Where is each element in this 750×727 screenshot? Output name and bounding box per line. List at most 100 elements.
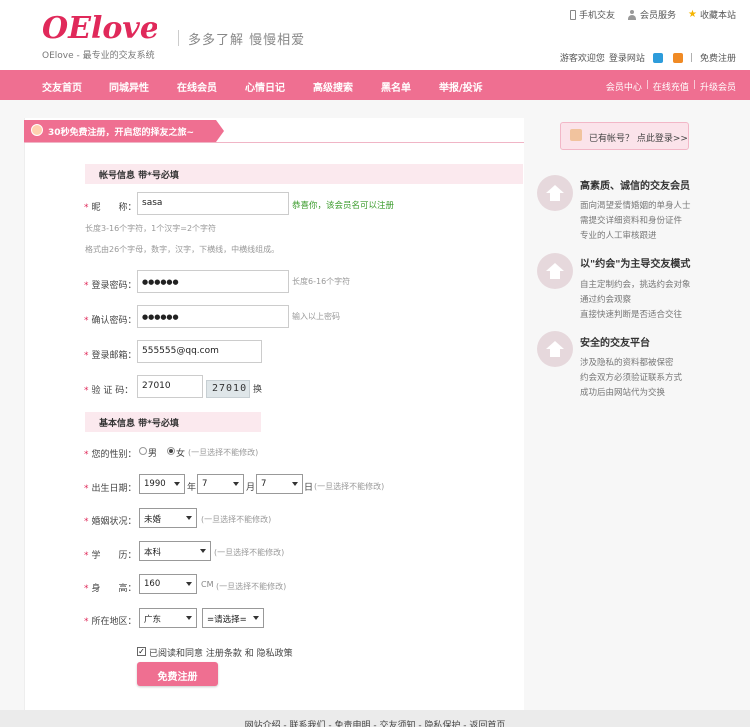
nav-upgrade[interactable]: 升级会员 [700, 80, 736, 93]
footer-links[interactable]: 网站介绍 - 联系我们 - 免责申明 - 交友须知 - 隐私保护 - 返回首页 [0, 718, 750, 727]
education-select[interactable]: 本科 [139, 541, 211, 561]
nav-report[interactable]: 举报/投诉 [439, 79, 483, 94]
separator: | [689, 52, 693, 63]
chevron-down-icon [174, 482, 180, 486]
nav-blacklist[interactable]: 黑名单 [381, 79, 411, 94]
nav-online[interactable]: 在线会员 [177, 79, 217, 94]
agree-text[interactable]: 已阅读和同意 注册条款 和 隐私政策 [149, 646, 293, 659]
account-section-title: 帐号信息 带*号必填 [85, 164, 523, 184]
house-icon [537, 253, 573, 289]
member-service-link[interactable]: 会员服务 [627, 8, 676, 21]
birth-label-text: 出生日期： [91, 484, 137, 494]
nav-member-center[interactable]: 会员中心 [606, 80, 642, 93]
logo[interactable]: OElove [42, 10, 157, 44]
agree-checkbox[interactable]: ✓ [137, 647, 146, 656]
feature-title-1: 高素质、诚信的交友会员 [580, 181, 690, 192]
email-label: * 登录邮箱： [84, 351, 137, 361]
region-label: * 所在地区： [84, 617, 137, 627]
province-select[interactable]: 广东 [139, 608, 197, 628]
login-link[interactable]: 登录网站 [609, 51, 645, 64]
nickname-label-text: 昵 称： [91, 203, 137, 213]
feature-2-line-1: 自主定制约会，挑选约会对象 [580, 280, 691, 290]
email-input[interactable]: 555555@qq.com [137, 340, 262, 363]
gender-label-text: 您的性别： [91, 450, 137, 460]
birth-label: * 出生日期： [84, 484, 137, 494]
height-unit: CM [201, 580, 214, 589]
captcha-image[interactable]: 27010 [206, 380, 250, 398]
gender-male-radio[interactable] [139, 447, 147, 455]
birth-year-select[interactable]: 1990 [139, 474, 185, 494]
submit-register-button[interactable]: 免费注册 [137, 662, 218, 686]
month-unit: 月 [246, 483, 256, 493]
confirm-password-input[interactable]: ●●●●●● [137, 305, 289, 328]
main-nav: 交友首页 同城异性 在线会员 心情日记 高级搜索 黑名单 举报/投诉 会员中心 |… [0, 70, 750, 100]
basic-section-title: 基本信息 带*号必填 [85, 412, 261, 432]
nickname-hint-length: 长度3-16个字符，1个汉字=2个字符 [85, 224, 217, 233]
bookmark-label: 收藏本站 [699, 11, 736, 21]
site-tagline: OElove - 最专业的交友系统 [42, 51, 155, 61]
header-divider [178, 30, 179, 46]
chevron-down-icon [253, 616, 259, 620]
feature-1-line-2: 需提交详细资料和身份证件 [580, 216, 683, 226]
password-input[interactable]: ●●●●●● [137, 270, 289, 293]
height-value: 160 [144, 579, 161, 589]
region-label-text: 所在地区： [91, 617, 137, 627]
height-label-text: 身 高： [91, 584, 137, 594]
register-link[interactable]: 免费注册 [700, 51, 736, 64]
confirm-password-hint: 输入以上密码 [292, 312, 340, 321]
gender-female-label: 女 [176, 449, 186, 459]
nav-right: 会员中心 | 在线充值 | 升级会员 [605, 80, 736, 93]
birth-day-select[interactable]: 7 [256, 474, 303, 494]
weibo-icon[interactable] [672, 52, 683, 63]
marital-label: * 婚姻状况： [84, 517, 137, 527]
feature-2-line-2: 通过约会观察 [580, 295, 632, 305]
qq-icon[interactable] [652, 52, 663, 63]
welcome-text: 游客欢迎您 [559, 54, 605, 64]
chevron-down-icon [233, 482, 239, 486]
feature-title-2: 以"约会"为主导交友模式 [580, 259, 691, 270]
birth-month-select[interactable]: 7 [197, 474, 244, 494]
chevron-down-icon [200, 549, 206, 553]
nav-local[interactable]: 同城异性 [109, 79, 149, 94]
education-label: * 学 历： [84, 551, 137, 561]
user-icon [627, 9, 637, 20]
nav-diary[interactable]: 心情日记 [245, 79, 285, 94]
height-select[interactable]: 160 [139, 574, 197, 594]
city-select[interactable]: =请选择= [202, 608, 264, 628]
mobile-link-label: 手机交友 [578, 11, 615, 21]
email-label-text: 登录邮箱： [91, 351, 137, 361]
confirm-label-text: 确认密码： [91, 316, 137, 326]
marital-note: (一旦选择不能修改) [201, 515, 272, 524]
nickname-ok-message: 恭喜你，该会员名可以注册 [292, 201, 395, 211]
gender-label: * 您的性别： [84, 450, 137, 460]
nav-home[interactable]: 交友首页 [42, 79, 82, 94]
star-icon: ★ [688, 9, 697, 20]
captcha-label: * 验 证 码： [84, 386, 134, 396]
birth-day-value: 7 [261, 479, 267, 489]
bookmark-link[interactable]: ★ 收藏本站 [688, 8, 736, 21]
gender-note: (一旦选择不能修改) [188, 448, 259, 457]
mobile-link[interactable]: 手机交友 [569, 8, 615, 21]
feature-3-line-1: 涉及隐私的资料都被保密 [580, 358, 674, 368]
gender-female-radio[interactable] [167, 447, 175, 455]
chevron-down-icon [186, 582, 192, 586]
marital-select[interactable]: 未婚 [139, 508, 197, 528]
education-note: (一旦选择不能修改) [214, 548, 285, 557]
nav-search[interactable]: 高级搜索 [313, 79, 353, 94]
nickname-input[interactable]: sasa [137, 192, 289, 215]
member-service-label: 会员服务 [640, 11, 677, 21]
confirm-password-label: * 确认密码： [84, 316, 137, 326]
nickname-hint-format: 格式由26个字母，数字，汉字，下横线，中横线组成。 [85, 245, 280, 254]
password-hint: 长度6-16个字符 [292, 277, 351, 286]
day-unit: 日 [304, 483, 314, 493]
phone-icon [569, 9, 576, 20]
house-icon [537, 331, 573, 367]
house-icon [537, 175, 573, 211]
captcha-input[interactable]: 27010 [137, 375, 203, 398]
height-note: (一旦选择不能修改) [216, 582, 287, 591]
feature-2-line-3: 直接快速判断是否适合交往 [580, 310, 683, 320]
captcha-refresh[interactable]: 换 [253, 382, 262, 395]
logo-text: OElove [42, 11, 157, 44]
nav-recharge[interactable]: 在线充值 [653, 80, 689, 93]
nickname-label: * 昵 称： [84, 203, 137, 213]
